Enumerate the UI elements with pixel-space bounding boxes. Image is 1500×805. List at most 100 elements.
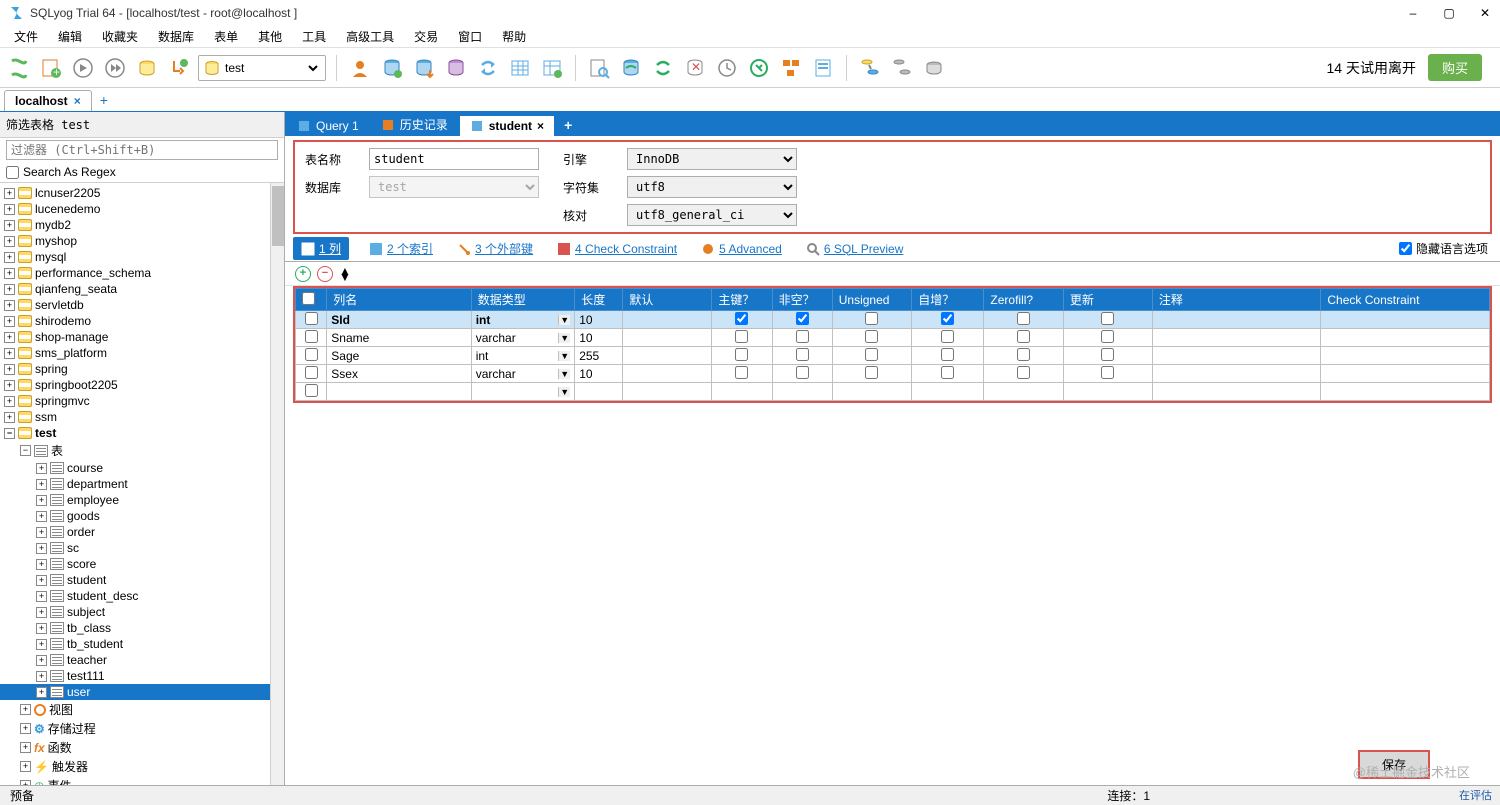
chevron-down-icon[interactable]: ▼ <box>558 333 570 343</box>
delete-column-button[interactable]: − <box>317 266 333 282</box>
tree-item[interactable]: +springboot2205 <box>0 377 284 393</box>
tree-item[interactable]: +qianfeng_seata <box>0 281 284 297</box>
expander-icon[interactable]: + <box>36 655 47 666</box>
column-header[interactable] <box>296 289 327 311</box>
tree-item[interactable]: −test <box>0 425 284 441</box>
hide-language-option[interactable]: 隐藏语言选项 <box>1399 240 1500 257</box>
column-header[interactable]: 长度 <box>575 289 623 311</box>
expander-icon[interactable]: + <box>36 639 47 650</box>
database-select[interactable]: test <box>369 176 539 198</box>
tree-item[interactable]: +tb_class <box>0 620 284 636</box>
menu-help[interactable]: 帮助 <box>492 26 536 47</box>
checkbox[interactable] <box>735 366 748 379</box>
table-row[interactable]: SIdint▼10 <box>296 311 1490 329</box>
execute-all-icon[interactable] <box>102 55 128 81</box>
datatype-cell[interactable]: int▼ <box>471 311 575 329</box>
expander-icon[interactable]: + <box>36 511 47 522</box>
subtab-columns[interactable]: 1 列 <box>293 237 349 260</box>
expander-icon[interactable]: + <box>4 300 15 311</box>
add-connection-button[interactable]: + <box>92 89 116 111</box>
expander-icon[interactable]: − <box>20 445 31 456</box>
engine-select[interactable]: InnoDB <box>627 148 797 170</box>
connection-tab-localhost[interactable]: localhost × <box>4 90 92 111</box>
new-query-icon[interactable]: + <box>38 55 64 81</box>
row-checkbox[interactable] <box>305 384 318 397</box>
expander-icon[interactable]: + <box>36 543 47 554</box>
expander-icon[interactable]: + <box>36 559 47 570</box>
expander-icon[interactable]: + <box>20 704 31 715</box>
menu-file[interactable]: 文件 <box>4 26 48 47</box>
close-icon[interactable]: × <box>537 119 544 133</box>
checkbox[interactable] <box>735 348 748 361</box>
data-sync-icon[interactable] <box>857 55 883 81</box>
columns-grid[interactable]: 列名数据类型长度默认主键？非空？Unsigned自增？Zerofill?更新注释… <box>295 288 1490 401</box>
expander-icon[interactable]: + <box>4 236 15 247</box>
table-create-icon[interactable] <box>539 55 565 81</box>
expander-icon[interactable]: + <box>4 364 15 375</box>
tree-item[interactable]: +student <box>0 572 284 588</box>
collation-select[interactable]: utf8_general_ci <box>627 204 797 226</box>
expander-icon[interactable]: + <box>4 412 15 423</box>
maximize-button[interactable]: ▢ <box>1442 6 1456 20</box>
scheduled-backup-icon[interactable] <box>618 55 644 81</box>
tree-item[interactable]: +user <box>0 684 284 700</box>
checkbox[interactable] <box>941 312 954 325</box>
check-cell[interactable] <box>1321 329 1490 347</box>
tree-item[interactable]: +lcnuser2205 <box>0 185 284 201</box>
menu-table[interactable]: 表单 <box>204 26 248 47</box>
subtab-advanced[interactable]: 5 Advanced <box>697 239 786 259</box>
expander-icon[interactable]: + <box>4 284 15 295</box>
tree-item[interactable]: +order <box>0 524 284 540</box>
table-icon[interactable] <box>507 55 533 81</box>
refresh-icon[interactable] <box>134 55 160 81</box>
tree-item[interactable]: +department <box>0 476 284 492</box>
column-header[interactable]: Check Constraint <box>1321 289 1490 311</box>
expander-icon[interactable]: + <box>36 671 47 682</box>
tree-item[interactable]: +performance_schema <box>0 265 284 281</box>
select-all-checkbox[interactable] <box>302 292 315 305</box>
default-cell[interactable] <box>623 365 712 383</box>
tree-item[interactable]: +sms_platform <box>0 345 284 361</box>
table-row[interactable]: Snamevarchar▼10 <box>296 329 1490 347</box>
sync-icon[interactable] <box>475 55 501 81</box>
table-row[interactable]: ▼ <box>296 383 1490 401</box>
table-name-input[interactable] <box>369 148 539 170</box>
checkbox[interactable] <box>735 330 748 343</box>
subtab-fk[interactable]: 3 个外部键 <box>453 237 537 260</box>
expander-icon[interactable]: + <box>4 380 15 391</box>
column-header[interactable]: 列名 <box>327 289 471 311</box>
tree-item[interactable]: +shirodemo <box>0 313 284 329</box>
expander-icon[interactable]: + <box>4 188 15 199</box>
tree-item[interactable]: +servletdb <box>0 297 284 313</box>
comment-cell[interactable] <box>1152 311 1321 329</box>
execute-icon[interactable] <box>70 55 96 81</box>
checkbox[interactable] <box>865 330 878 343</box>
comment-cell[interactable] <box>1152 383 1321 401</box>
subtab-preview[interactable]: 6 SQL Preview <box>802 239 908 259</box>
column-header[interactable]: Unsigned <box>832 289 911 311</box>
menu-advtools[interactable]: 高级工具 <box>336 26 404 47</box>
tree-item[interactable]: +tb_student <box>0 636 284 652</box>
close-button[interactable]: ✕ <box>1478 6 1492 20</box>
tree-item[interactable]: +test111 <box>0 668 284 684</box>
regex-checkbox[interactable] <box>6 166 19 179</box>
tree-item[interactable]: +shop-manage <box>0 329 284 345</box>
buy-button[interactable]: 购买 <box>1428 54 1482 81</box>
tab-history[interactable]: 历史记录 <box>371 113 458 136</box>
expander-icon[interactable]: + <box>20 742 31 753</box>
length-cell[interactable]: 10 <box>575 365 623 383</box>
import-icon[interactable] <box>411 55 437 81</box>
expander-icon[interactable]: + <box>4 204 15 215</box>
checkbox[interactable] <box>941 366 954 379</box>
length-cell[interactable]: 255 <box>575 347 623 365</box>
menu-tools[interactable]: 工具 <box>292 26 336 47</box>
table-row[interactable]: Ssexvarchar▼10 <box>296 365 1490 383</box>
tree-item[interactable]: +teacher <box>0 652 284 668</box>
column-name-cell[interactable]: SId <box>327 311 471 329</box>
tree-item[interactable]: +myshop <box>0 233 284 249</box>
chevron-down-icon[interactable]: ▼ <box>558 369 570 379</box>
datatype-cell[interactable]: ▼ <box>471 383 575 401</box>
expander-icon[interactable]: + <box>4 396 15 407</box>
checkbox[interactable] <box>941 348 954 361</box>
charset-select[interactable]: utf8 <box>627 176 797 198</box>
